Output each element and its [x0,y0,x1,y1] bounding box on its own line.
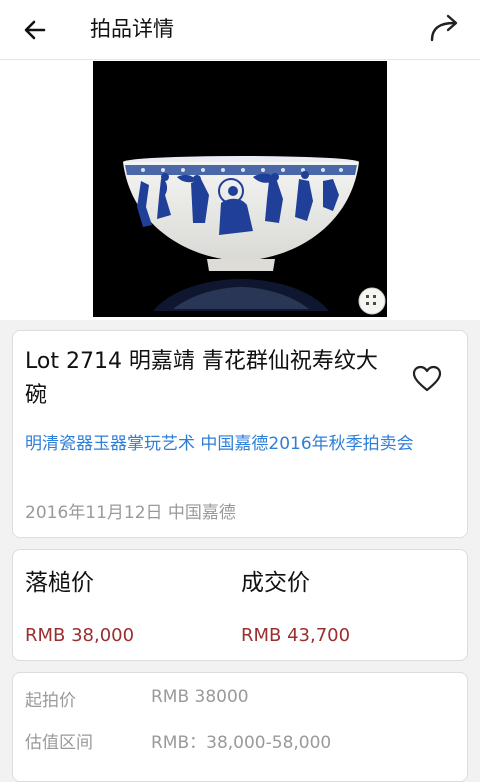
start-price-label: 起拍价 [25,691,76,711]
favorite-button[interactable] [411,363,443,395]
auction-name-link[interactable]: 明清瓷器玉器掌玩艺术 中国嘉德2016年秋季拍卖会 [25,431,461,458]
estimate-label: 估值区间 [25,733,93,753]
share-button[interactable] [424,10,464,46]
top-bar: 拍品详情 [0,0,480,60]
seal-stamp-icon [358,287,386,315]
lot-info-card: Lot 2714 明嘉靖 青花群仙祝寿纹大碗 明清瓷器玉器掌玩艺术 中国嘉德20… [12,330,468,538]
lot-image-area [0,60,480,320]
price-card: 落槌价 RMB 38,000 成交价 RMB 43,700 [12,549,468,661]
hammer-price-label: 落槌价 [25,570,94,596]
auction-date-venue: 2016年11月12日 中国嘉德 [25,503,236,523]
porcelain-bowl-image [93,61,387,317]
deal-price-value: RMB 43,700 [241,625,351,646]
detail-card: 起拍价 RMB 38000 估值区间 RMB：38,000-58,000 [12,672,468,782]
heart-outline-icon [412,365,442,392]
back-button[interactable] [18,12,54,48]
start-price-value: RMB 38000 [151,687,249,707]
estimate-value: RMB：38,000-58,000 [151,733,332,753]
hammer-price-value: RMB 38,000 [25,625,135,646]
deal-price-label: 成交价 [241,570,310,596]
lot-title: Lot 2714 明嘉靖 青花群仙祝寿纹大碗 [25,349,378,408]
lot-image[interactable] [93,61,387,317]
page-title: 拍品详情 [90,17,174,41]
arrow-left-icon [24,20,46,40]
share-arrow-icon [430,14,458,42]
